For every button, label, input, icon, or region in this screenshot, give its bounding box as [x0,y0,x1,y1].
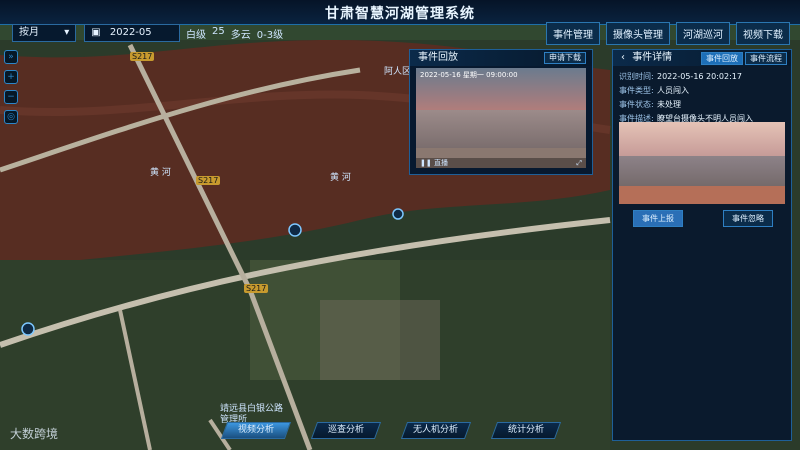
details-header: ‹ 事件详情 事件回放 事件流程 [613,50,791,66]
road-sign-s217: S217 [130,52,155,61]
locate-icon[interactable]: ◎ [4,110,18,124]
weather-wind: 0-3级 [256,30,284,41]
pause-icon[interactable]: ❚❚ 直播 [420,158,448,168]
event-info: 识别时间: 2022-05-16 20:02:17 事件类型: 人员闯入 事件状… [619,70,785,126]
watermark: 大数跨境 [10,427,59,441]
bottom-tabs: 视频分析 巡查分析 无人机分析 统计分析 [220,422,562,439]
zoom-in-icon[interactable]: + [4,70,18,84]
report-event-button[interactable]: 事件上报 [633,210,683,227]
status-value: 未处理 [657,100,681,109]
road-sign-s217: S217 [196,176,221,185]
event-details-panel: ‹ 事件详情 事件回放 事件流程 识别时间: 2022-05-16 20:02:… [612,49,792,441]
tab-statistics-analysis-label: 统计分析 [507,425,544,435]
info-row-time: 识别时间: 2022-05-16 20:02:17 [619,70,785,84]
details-tabs: 事件回放 事件流程 [701,52,787,65]
period-select-label: 按月 [19,27,39,38]
video-controls: ❚❚ 直播 ⤢ [416,158,586,168]
date-value: 2022-05 [109,27,152,38]
event-snapshot [619,122,785,204]
type-label: 事件类型: [619,86,654,95]
video-water [416,110,586,148]
weather-level: 白级 [186,30,206,41]
page-title: 甘肃智慧河湖管理系统 [325,6,475,22]
calendar-icon: ▣ [91,27,101,38]
nav-video-download[interactable]: 视频下载 [736,22,790,45]
tab-video-analysis-label: 视频分析 [237,425,274,435]
video-panel-title: 事件回放 [418,52,458,63]
nav-event-management[interactable]: 事件管理 [546,22,600,45]
status-label: 事件状态: [619,100,654,109]
date-picker[interactable]: ▣ 2022-05 [84,24,181,42]
map-controls: » + − ◎ [4,50,18,124]
expand-icon[interactable]: ⤢ [576,159,582,168]
video-player[interactable]: 2022-05-16 星期一 09:00:00 ❚❚ 直播 ⤢ [416,68,586,168]
weather-bar: 白级 25 多云 0-3级 [186,26,283,41]
tab-event-playback[interactable]: 事件回放 [701,52,743,65]
snapshot-sky [619,122,785,156]
tab-inspection-analysis-label: 巡查分析 [327,425,364,435]
tab-event-flow[interactable]: 事件流程 [745,52,787,65]
ignore-event-button[interactable]: 事件忽略 [723,210,773,227]
filter-bar: 按月 ▾ ▣ 2022-05 [12,24,181,42]
tab-drone-analysis-label: 无人机分析 [413,425,459,435]
weather-temp: 25 [212,26,225,37]
tab-inspection-analysis[interactable]: 巡查分析 [310,422,382,439]
video-playback-panel: 事件回放 申请下载 2022-05-16 星期一 09:00:00 ❚❚ 直播 … [409,49,593,175]
map-label-west: 阿人区 [384,67,412,77]
video-timestamp: 2022-05-16 星期一 09:00:00 [420,71,518,79]
info-row-type: 事件类型: 人员闯入 [619,84,785,98]
header-nav: 事件管理 摄像头管理 河湖巡河 视频下载 [546,22,790,45]
tab-video-analysis[interactable]: 视频分析 [220,422,292,439]
event-actions: 事件上报 事件忽略 [633,210,773,227]
time-value: 2022-05-16 20:02:17 [657,72,742,81]
live-label: 直播 [433,159,448,167]
back-icon[interactable]: ‹ [621,52,625,63]
road-sign-s217: S217 [244,284,269,293]
zoom-out-icon[interactable]: − [4,90,18,104]
nav-camera-management[interactable]: 摄像头管理 [606,22,670,45]
video-panel-header: 事件回放 申请下载 [410,50,592,66]
info-row-status: 事件状态: 未处理 [619,98,785,112]
type-value: 人员闯入 [657,86,689,95]
tab-statistics-analysis[interactable]: 统计分析 [490,422,562,439]
chevron-down-icon: ▾ [64,27,70,38]
snapshot-shore [619,186,785,204]
apply-download-button[interactable]: 申请下载 [544,52,586,64]
weather-condition: 多云 [230,30,251,41]
details-title: 事件详情 [632,52,673,63]
time-label: 识别时间: [619,72,654,81]
tab-drone-analysis[interactable]: 无人机分析 [400,422,472,439]
collapse-icon[interactable]: » [4,50,18,64]
nav-river-patrol[interactable]: 河湖巡河 [676,22,730,45]
period-select[interactable]: 按月 ▾ [12,24,77,42]
snapshot-water [619,156,785,186]
map-label-yellow-river: 黄 河 [330,173,351,183]
map-label-yellow-river: 黄 河 [150,168,171,178]
